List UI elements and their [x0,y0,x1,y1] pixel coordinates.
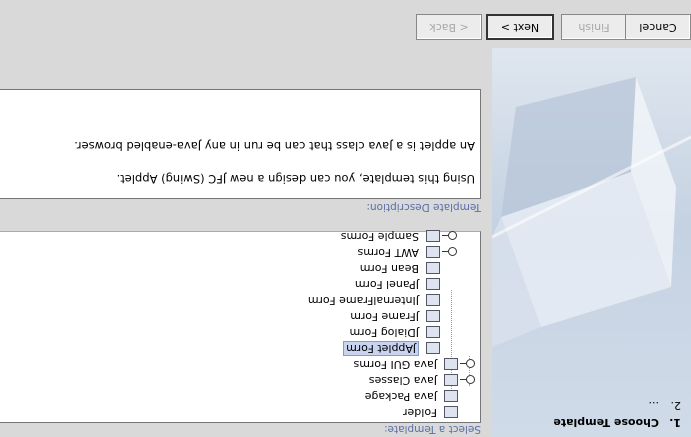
tree-node-label: Java Package [364,390,437,403]
tree-node-label: Folder [403,406,437,419]
jdialog-icon [426,326,440,338]
tree-node-label: AWT Forms [357,246,419,259]
cube-graphic [492,77,691,347]
tree-node-label: Bean Form [359,262,419,275]
tree-node-java-package[interactable]: Java Package [365,388,458,404]
jpanel-icon [426,278,440,290]
tree-node-bean-form[interactable]: Bean Form [360,260,440,276]
tree-node-jframe-form[interactable]: JFrame Form [350,308,440,324]
wizard-side-panel: 1. Choose Template 2.... [492,48,691,437]
tree-node-java-classes[interactable]: Java Classes [369,372,458,388]
expand-toggle-java-classes[interactable] [466,375,475,384]
tree-node-label: JPanel Form [354,278,419,291]
awt-forms-folder-icon [426,246,440,258]
tree-node-sample-forms[interactable]: Sample Forms [341,228,440,244]
tree-node-jdialog-form[interactable]: JDialog Form [349,324,440,340]
finish-button[interactable]: Finish [561,14,627,40]
jinternalframe-icon [426,294,440,306]
tree-node-jpanel-form[interactable]: JPanel Form [355,276,440,292]
description-line-1: Using this template, you can design a ne… [116,172,475,186]
step-label: ... [648,399,660,412]
next-button[interactable]: Next > [486,14,554,40]
tree-node-label: JApplet Form [343,341,419,356]
java-classes-icon [444,374,458,386]
tree-node-label: JFrame Form [350,310,419,323]
tree-node-java-gui-forms[interactable]: Java GUI Forms [353,356,458,372]
template-tree[interactable]: Folder Java Package Java Classes Java GU… [0,228,481,423]
select-template-label: Select a Template: [384,423,481,435]
wizard-steps: 1. Choose Template 2.... [496,397,681,431]
template-description-box: Using this template, you can design a ne… [0,89,481,199]
wizard-step-2: 2.... [496,397,682,414]
step-number: 2. [670,399,682,412]
expand-toggle-awt-forms[interactable] [448,247,457,256]
step-label: Choose Template [553,416,659,429]
wizard-step-choose-template: 1. Choose Template [496,414,681,431]
tree-node-label: JDialog Form [349,326,420,339]
tree-node-label: Java GUI Forms [353,358,438,371]
back-button[interactable]: < Back [416,14,482,40]
cancel-button[interactable]: Cancel [625,14,691,40]
japplet-icon [426,342,440,354]
tree-node-label: Java Classes [368,374,437,387]
description-line-2: An applet is a Java class that can be ru… [74,139,475,153]
tree-node-jinternalframe-form[interactable]: JInternalFrame Form [308,292,440,308]
package-icon [444,390,458,402]
expand-toggle-sample-forms[interactable] [448,231,457,240]
new-wizard-dialog: 1. Choose Template 2.... Select a Templat… [0,0,691,437]
template-description-label: Template Description: [366,201,481,213]
tree-node-folder[interactable]: Folder [403,404,458,420]
tree-node-label: JInternalFrame Form [307,294,419,307]
wizard-button-bar: < Back Next > Finish Cancel [0,0,691,48]
sample-forms-folder-icon [426,230,440,242]
jframe-icon [426,310,440,322]
tree-node-awt-forms[interactable]: AWT Forms [358,244,440,260]
folder-icon [444,406,458,418]
step-number: 1. [669,416,681,429]
collapse-toggle-java-gui-forms[interactable] [466,359,475,368]
tree-node-label: Sample Forms [340,230,419,243]
bean-form-icon [426,262,440,274]
gui-forms-folder-icon [444,358,458,370]
tree-node-japplet-form[interactable]: JApplet Form [343,340,440,356]
